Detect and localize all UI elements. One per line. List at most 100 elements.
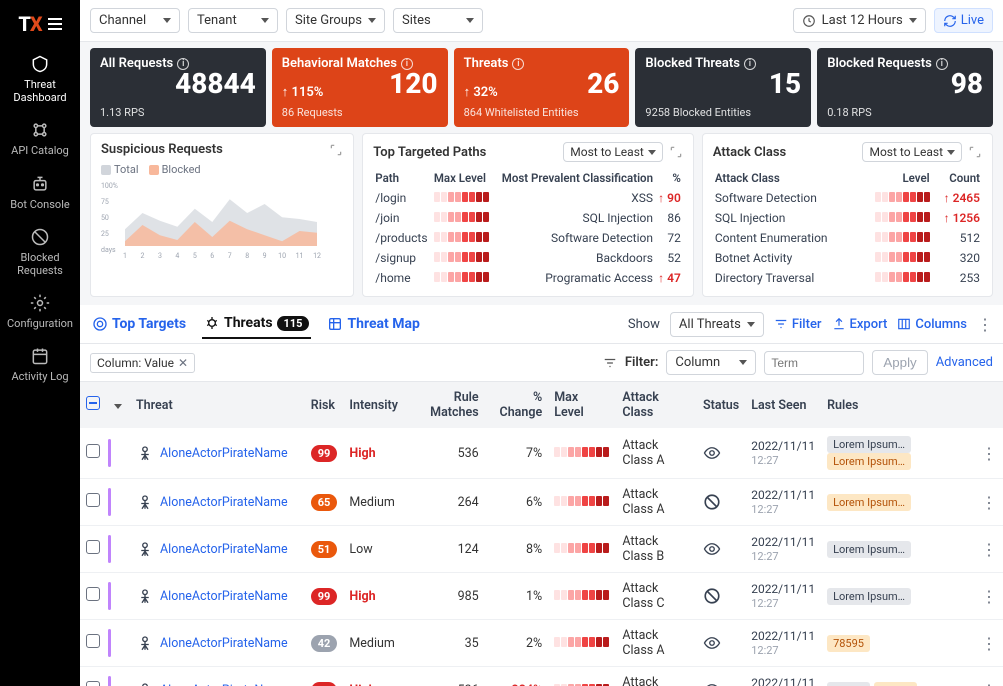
table-row[interactable]: AloneActorPirateName99High536↑ 324%Attac… (80, 667, 1003, 686)
rule-tag[interactable]: Lorem Ipsum… (827, 494, 911, 511)
rule-tag[interactable]: 78595 (827, 635, 870, 652)
filter-button[interactable]: Filter (774, 317, 822, 332)
row-checkbox[interactable] (86, 493, 100, 507)
table-row[interactable]: AloneActorPirateName65Medium2646%Attack … (80, 479, 1003, 526)
row-checkbox[interactable] (86, 444, 100, 458)
rule-tag[interactable]: Lorem Ipsum… (827, 436, 911, 453)
expand-icon[interactable] (669, 145, 683, 159)
sidebar-item-configuration[interactable]: Configuration (7, 293, 73, 330)
info-icon[interactable]: i (401, 58, 413, 70)
row-more-icon[interactable]: ⋮ (981, 587, 997, 606)
threat-link[interactable]: AloneActorPirateName (136, 444, 299, 462)
more-icon[interactable]: ⋮ (977, 315, 993, 334)
threat-link[interactable]: AloneActorPirateName (136, 493, 299, 511)
row-more-icon[interactable]: ⋮ (981, 634, 997, 653)
eye-icon[interactable] (703, 444, 739, 462)
filter-chip[interactable]: Column: Value✕ (90, 353, 195, 373)
advanced-link[interactable]: Advanced (936, 355, 993, 370)
eye-icon[interactable] (703, 540, 739, 558)
expand-icon[interactable] (329, 143, 343, 157)
filter-channel[interactable]: Channel (90, 8, 180, 33)
table-row[interactable]: SQL Injection↑ 1256 (713, 208, 982, 228)
table-row[interactable]: AloneActorPirateName42Medium352%Attack C… (80, 620, 1003, 667)
risk-badge: 65 (311, 494, 338, 511)
expand-icon[interactable] (968, 145, 982, 159)
filter-site-groups[interactable]: Site Groups (286, 8, 385, 33)
filter-column-select[interactable]: Column (666, 350, 756, 375)
svg-text:25: 25 (101, 230, 109, 238)
table-row[interactable]: /loginXSS↑ 90 (373, 188, 683, 208)
row-more-icon[interactable]: ⋮ (981, 540, 997, 559)
table-row[interactable]: AloneActorPirateName51Low1248%Attack Cla… (80, 526, 1003, 573)
menu-icon[interactable] (48, 18, 62, 30)
export-button[interactable]: Export (832, 317, 888, 332)
table-row[interactable]: Software Detection↑ 2465 (713, 188, 982, 208)
live-button[interactable]: Live (934, 8, 993, 33)
info-icon[interactable]: i (936, 58, 948, 70)
table-row[interactable]: /signupBackdoors52 (373, 248, 683, 268)
row-checkbox[interactable] (86, 681, 100, 686)
sort-dropdown[interactable]: Most to Least (862, 142, 962, 162)
sidebar-item-threat-dashboard[interactable]: ThreatDashboard (13, 54, 66, 104)
sidebar-item-blocked-requests[interactable]: BlockedRequests (17, 227, 63, 277)
table-row[interactable]: AloneActorPirateName99High5367%Attack Cl… (80, 428, 1003, 479)
panel-title: Suspicious Requests (101, 142, 223, 157)
ban-icon[interactable] (703, 493, 739, 511)
filter-sites[interactable]: Sites (393, 8, 483, 33)
sort-dropdown[interactable]: Most to Least (563, 142, 663, 162)
export-icon (832, 317, 846, 331)
chevron-down-icon (909, 18, 917, 23)
panel-top-targeted-paths: Top Targeted Paths Most to Least PathMax… (362, 133, 694, 297)
threat-link[interactable]: AloneActorPirateName (136, 587, 299, 605)
logo[interactable]: TX (18, 8, 61, 44)
row-more-icon[interactable]: ⋮ (981, 681, 997, 686)
table-row[interactable]: Botnet Activity320 (713, 248, 982, 268)
chevron-down-icon[interactable] (114, 404, 122, 409)
info-icon[interactable]: i (744, 58, 756, 70)
svg-text:9: 9 (263, 252, 267, 260)
row-checkbox[interactable] (86, 540, 100, 554)
table-row[interactable]: AloneActorPirateName99High9851%Attack Cl… (80, 573, 1003, 620)
sidebar-item-bot-console[interactable]: Bot Console (10, 174, 69, 211)
threats-table: ThreatRiskIntensityRule Matches% ChangeM… (80, 382, 1003, 686)
row-checkbox[interactable] (86, 587, 100, 601)
select-all-checkbox[interactable] (86, 396, 100, 410)
row-more-icon[interactable]: ⋮ (981, 444, 997, 463)
info-icon[interactable]: i (512, 58, 524, 70)
columns-button[interactable]: Columns (897, 317, 967, 332)
eye-icon[interactable] (703, 681, 739, 686)
tab-threats[interactable]: Threats 115 (202, 309, 311, 339)
row-more-icon[interactable]: ⋮ (981, 493, 997, 512)
row-checkbox[interactable] (86, 634, 100, 648)
threat-link[interactable]: AloneActorPirateName (136, 681, 299, 686)
rule-tag[interactable]: 85447 (827, 682, 870, 686)
rule-tag[interactable]: Lorem Ipsum… (827, 541, 911, 558)
tab-top-targets[interactable]: Top Targets (90, 310, 188, 338)
info-icon[interactable]: i (177, 58, 189, 70)
table-row[interactable]: /joinSQL Injection86 (373, 208, 683, 228)
eye-icon[interactable] (703, 634, 739, 652)
rule-tag[interactable]: 56487 (874, 682, 917, 686)
rule-tag[interactable]: Lorem Ipsum… (827, 588, 911, 605)
table-row[interactable]: Content Enumeration512 (713, 228, 982, 248)
sidebar-item-api-catalog[interactable]: API Catalog (11, 120, 69, 157)
filter-tenant[interactable]: Tenant (188, 8, 278, 33)
close-icon[interactable]: ✕ (178, 356, 188, 370)
svg-text:50: 50 (101, 214, 109, 222)
table-row[interactable]: /productsSoftware Detection72 (373, 228, 683, 248)
table-row[interactable]: Directory Traversal253 (713, 268, 982, 288)
kpi-threats: Threatsi↑ 32%26864 Whitelisted Entities (454, 48, 630, 127)
table-row[interactable]: /homeProgramatic Access↑ 47 (373, 268, 683, 288)
threat-link[interactable]: AloneActorPirateName (136, 540, 299, 558)
show-dropdown[interactable]: All Threats (670, 312, 764, 337)
tab-threat-map[interactable]: Threat Map (325, 310, 421, 338)
rule-tag[interactable]: Lorem Ipsum… (827, 453, 911, 470)
person-icon (136, 681, 154, 686)
sidebar-item-activity-log[interactable]: Activity Log (11, 346, 68, 383)
risk-badge: 99 (311, 588, 338, 605)
filter-term-input[interactable] (764, 351, 864, 375)
apply-button[interactable]: Apply (872, 350, 927, 375)
ban-icon[interactable] (703, 587, 739, 605)
threat-link[interactable]: AloneActorPirateName (136, 634, 299, 652)
timerange-picker[interactable]: Last 12 Hours (793, 8, 926, 33)
